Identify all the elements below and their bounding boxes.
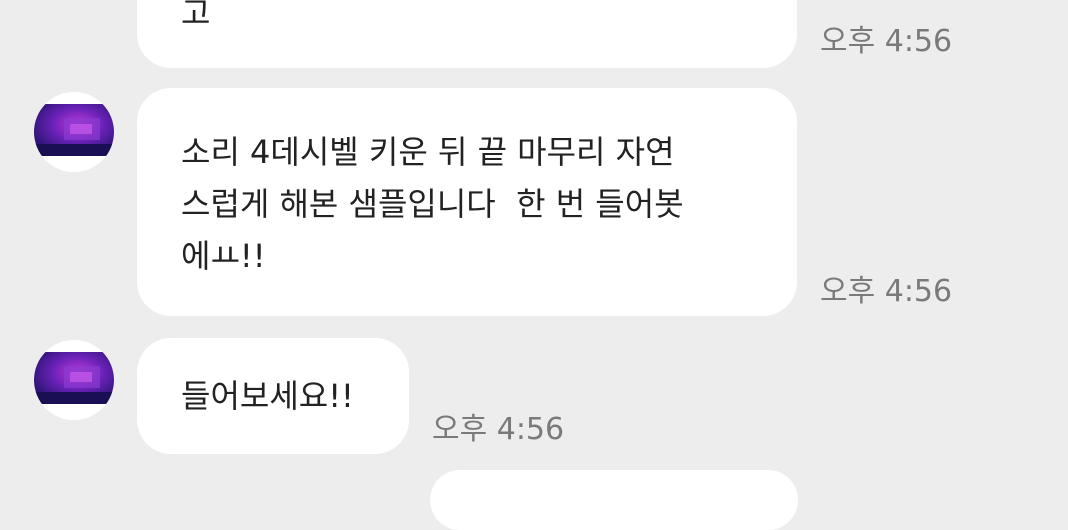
message-timestamp: 오후 4:56 (820, 24, 953, 59)
message-bubble[interactable]: 고 (137, 0, 797, 68)
message-timestamp: 오후 4:56 (432, 412, 565, 447)
message-bubble[interactable]: 들어보세요!! (137, 338, 409, 454)
message-bubble[interactable]: 소리 4데시벨 키운 뒤 끝 마무리 자연 스럽게 해본 샘플입니다 한 번 들… (137, 88, 797, 316)
chat-message-list[interactable]: 고 오후 4:56 소리 4데시벨 키운 뒤 끝 마무리 자연 스럽게 해본 샘… (0, 0, 1068, 530)
message-bubble-partial[interactable] (430, 470, 798, 530)
profile-photo-icon (34, 92, 114, 172)
message-text: 들어보세요!! (181, 377, 354, 415)
sender-avatar[interactable] (34, 92, 114, 172)
profile-photo-icon (34, 340, 114, 420)
message-text: 소리 4데시벨 키운 뒤 끝 마무리 자연 스럽게 해본 샘플입니다 한 번 들… (181, 133, 684, 275)
message-timestamp: 오후 4:56 (820, 274, 953, 309)
sender-avatar[interactable] (34, 340, 114, 420)
message-text: 고 (181, 0, 211, 32)
